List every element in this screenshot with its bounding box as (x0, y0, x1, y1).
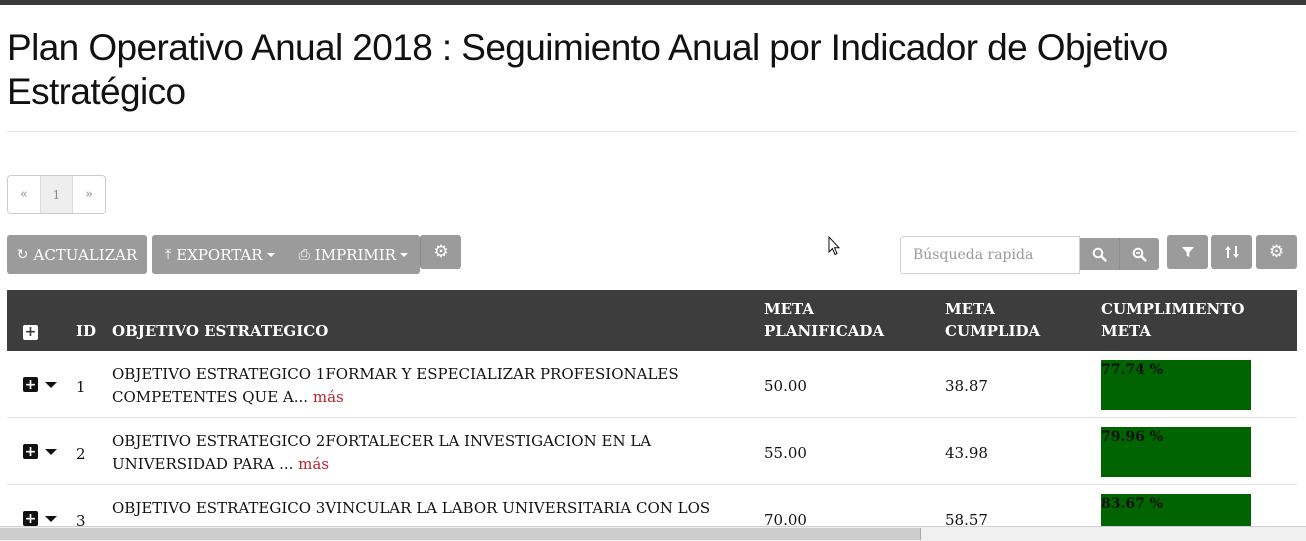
row-achieved: 58.57 (945, 511, 988, 526)
plus-icon[interactable]: + (23, 444, 38, 459)
data-grid: + ID OBJETIVO ESTRATEGICO META PLANIFICA… (7, 290, 1297, 526)
print-icon: ⎙ (298, 246, 310, 263)
compliance-bar: 79.96 % (1101, 427, 1251, 477)
zoom-out-icon (1132, 247, 1147, 262)
row-expand-control[interactable]: + (23, 511, 57, 526)
gear-icon: ⚙ (433, 242, 449, 262)
row-objective-line2: COMPETENTES QUE A... (112, 388, 309, 406)
row-objective-line1: OBJETIVO ESTRATEGICO 1FORMAR Y ESPECIALI… (112, 365, 679, 383)
export-icon: ⤒ (165, 246, 172, 263)
pagination: « 1 » (7, 175, 106, 214)
column-header-compliance-line2: META (1101, 322, 1152, 340)
refresh-label: ACTUALIZAR (33, 245, 138, 264)
row-planned: 55.00 (764, 444, 807, 462)
chevron-down-icon (266, 252, 275, 257)
row-objective: OBJETIVO ESTRATEGICO 3VINCULAR LA LABOR … (112, 497, 710, 520)
export-button[interactable]: ⤒ EXPORTAR (152, 235, 275, 274)
more-link[interactable]: más (298, 455, 329, 473)
chevron-down-icon[interactable] (45, 515, 57, 522)
row-expand-control[interactable]: + (23, 444, 57, 459)
pagination-prev[interactable]: « (8, 176, 41, 213)
gear-icon: ⚙ (1268, 242, 1285, 262)
compliance-bar: 77.74 % (1101, 360, 1251, 410)
refresh-icon: ↻ (16, 246, 29, 263)
row-objective-line1: OBJETIVO ESTRATEGICO 3VINCULAR LA LABOR … (112, 499, 711, 517)
search-input[interactable]: Búsqueda rapida (900, 236, 1080, 274)
row-id: 3 (76, 512, 86, 526)
column-header-achieved[interactable]: META CUMPLIDA (945, 298, 1040, 342)
column-header-achieved-line1: META (945, 300, 996, 318)
more-link[interactable]: más (313, 388, 344, 406)
column-header-planned-line1: META (764, 300, 815, 318)
row-objective-line2: UNIVERSIDAD PARA ... (112, 455, 294, 473)
chevron-down-icon (399, 252, 408, 257)
plus-icon[interactable]: + (23, 377, 38, 392)
clear-search-button[interactable] (1119, 238, 1159, 270)
export-print-group: ⤒ EXPORTAR ⎙ IMPRIMIR (152, 235, 420, 274)
compliance-bar: 83.67 % (1101, 494, 1251, 526)
sort-button[interactable] (1211, 235, 1252, 269)
table-header: + ID OBJETIVO ESTRATEGICO META PLANIFICA… (7, 290, 1297, 351)
row-planned: 50.00 (764, 377, 807, 395)
row-planned: 70.00 (764, 511, 807, 526)
compliance-value: 77.74 % (1101, 362, 1164, 378)
export-label: EXPORTAR (176, 245, 263, 264)
table-row[interactable]: + 2 OBJETIVO ESTRATEGICO 2FORTALECER LA … (7, 418, 1297, 485)
refresh-button[interactable]: ↻ ACTUALIZAR (7, 235, 147, 274)
pagination-next[interactable]: » (73, 176, 105, 213)
plus-icon[interactable]: + (23, 511, 38, 526)
top-rule (0, 0, 1306, 5)
row-objective: OBJETIVO ESTRATEGICO 1FORMAR Y ESPECIALI… (112, 363, 679, 409)
print-button[interactable]: ⎙ IMPRIMIR (275, 235, 408, 274)
expand-all-button[interactable]: + (23, 320, 38, 342)
filter-icon (1181, 247, 1194, 257)
compliance-value: 83.67 % (1101, 496, 1164, 512)
table-row[interactable]: + 3 OBJETIVO ESTRATEGICO 3VINCULAR LA LA… (7, 485, 1297, 526)
search-button[interactable] (1080, 238, 1119, 270)
row-expand-control[interactable]: + (23, 377, 57, 392)
row-id: 2 (76, 445, 86, 463)
compliance-value: 79.96 % (1101, 429, 1164, 445)
column-settings-button[interactable]: ⚙ (420, 235, 461, 269)
filter-button[interactable] (1167, 235, 1208, 269)
page-title: Plan Operativo Anual 2018 : Seguimiento … (7, 27, 1168, 112)
column-header-compliance[interactable]: CUMPLIMIENTO META (1101, 298, 1244, 342)
plus-icon: + (23, 324, 38, 340)
title-divider (7, 131, 1297, 132)
row-achieved: 43.98 (945, 444, 988, 462)
row-id: 1 (76, 378, 86, 396)
scrollbar-thumb[interactable] (0, 528, 921, 540)
pagination-page-1[interactable]: 1 (41, 176, 73, 213)
mouse-cursor-icon (828, 236, 840, 256)
row-objective-line1: OBJETIVO ESTRATEGICO 2FORTALECER LA INVE… (112, 432, 652, 450)
print-label: IMPRIMIR (314, 245, 396, 264)
column-header-id[interactable]: ID (76, 320, 96, 342)
row-objective: OBJETIVO ESTRATEGICO 2FORTALECER LA INVE… (112, 430, 651, 476)
column-header-planned[interactable]: META PLANIFICADA (764, 298, 884, 342)
chevron-down-icon[interactable] (45, 381, 57, 388)
column-header-achieved-line2: CUMPLIDA (945, 322, 1041, 340)
sort-icon (1224, 246, 1239, 258)
settings-button[interactable]: ⚙ (1256, 235, 1297, 269)
column-header-objective[interactable]: OBJETIVO ESTRATEGICO (112, 320, 328, 342)
table-row[interactable]: + 1 OBJETIVO ESTRATEGICO 1FORMAR Y ESPEC… (7, 351, 1297, 418)
column-header-compliance-line1: CUMPLIMIENTO (1101, 300, 1245, 318)
column-header-planned-line2: PLANIFICADA (764, 322, 885, 340)
search-icon (1092, 247, 1107, 262)
chevron-down-icon[interactable] (45, 448, 57, 455)
horizontal-scrollbar[interactable] (0, 526, 1306, 541)
row-achieved: 38.87 (945, 377, 988, 395)
